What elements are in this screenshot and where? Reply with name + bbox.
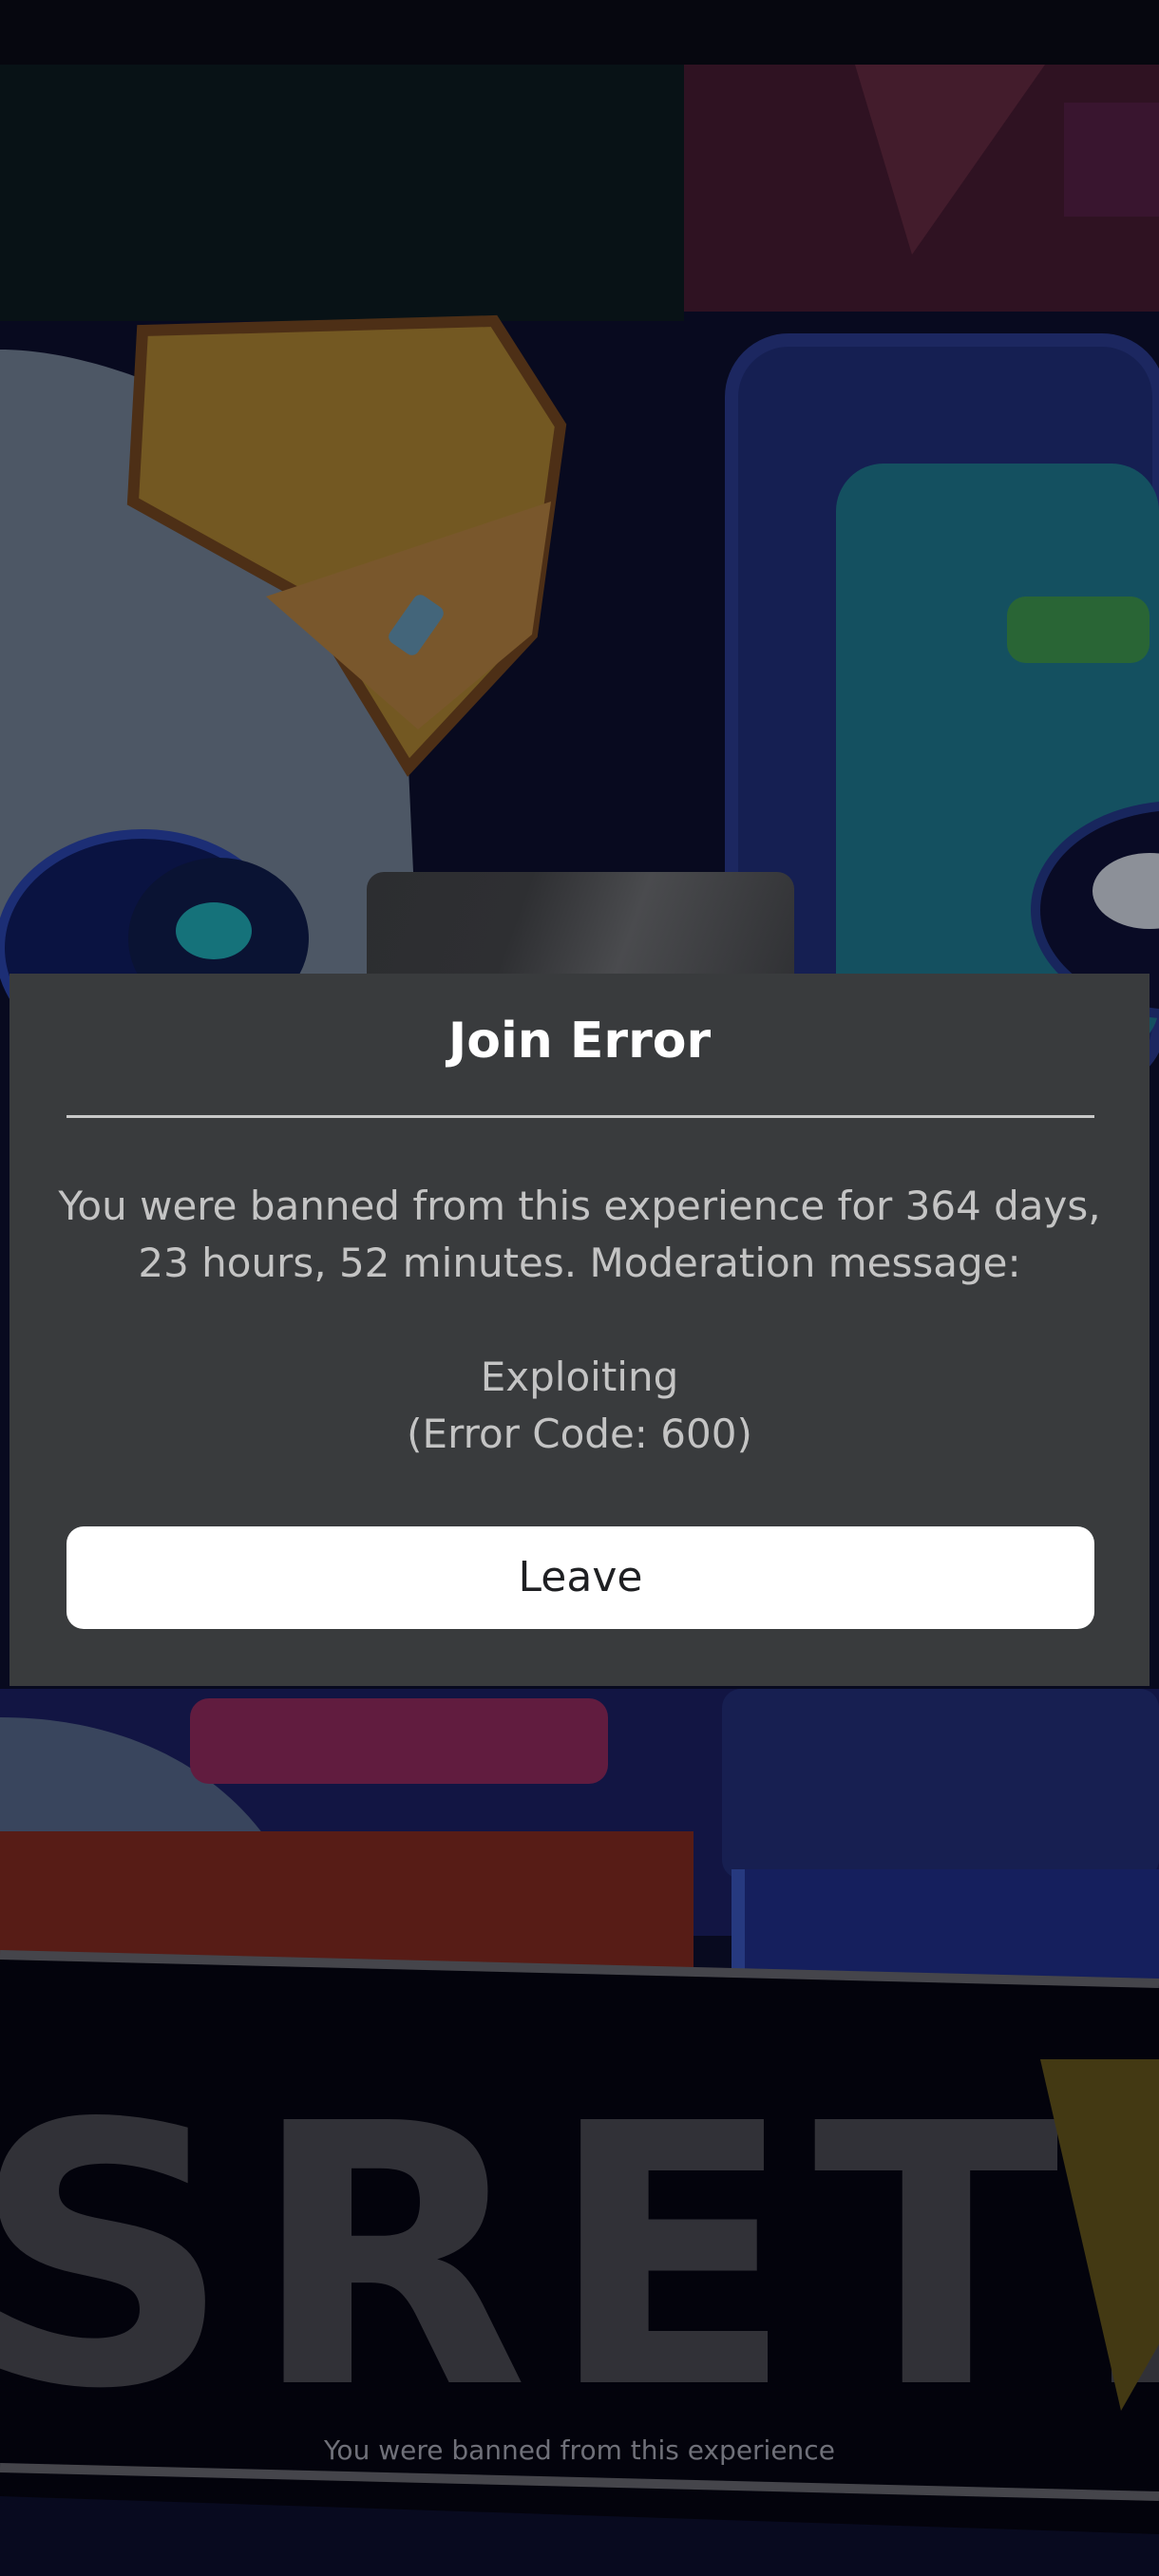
dialog-message: You were banned from this experience for… <box>57 1178 1102 1463</box>
dialog-divider <box>66 1115 1094 1118</box>
status-bar <box>0 0 1159 65</box>
moderation-reason: Exploiting <box>480 1354 679 1400</box>
ban-status-text: You were banned from this experience <box>324 2434 835 2466</box>
game-screen: SRETE Join Error You were banned from th… <box>0 0 1159 2576</box>
dialog-title: Join Error <box>447 1013 712 1070</box>
ban-message-line-1: You were banned from this experience for… <box>58 1183 1101 1229</box>
message-spacer <box>57 1292 1102 1349</box>
ban-message-line-2: 23 hours, 52 minutes. Moderation message… <box>138 1240 1021 1286</box>
leave-button[interactable]: Leave <box>66 1526 1094 1629</box>
join-error-dialog: Join Error You were banned from this exp… <box>10 974 1150 1686</box>
error-code: (Error Code: 600) <box>407 1411 752 1457</box>
